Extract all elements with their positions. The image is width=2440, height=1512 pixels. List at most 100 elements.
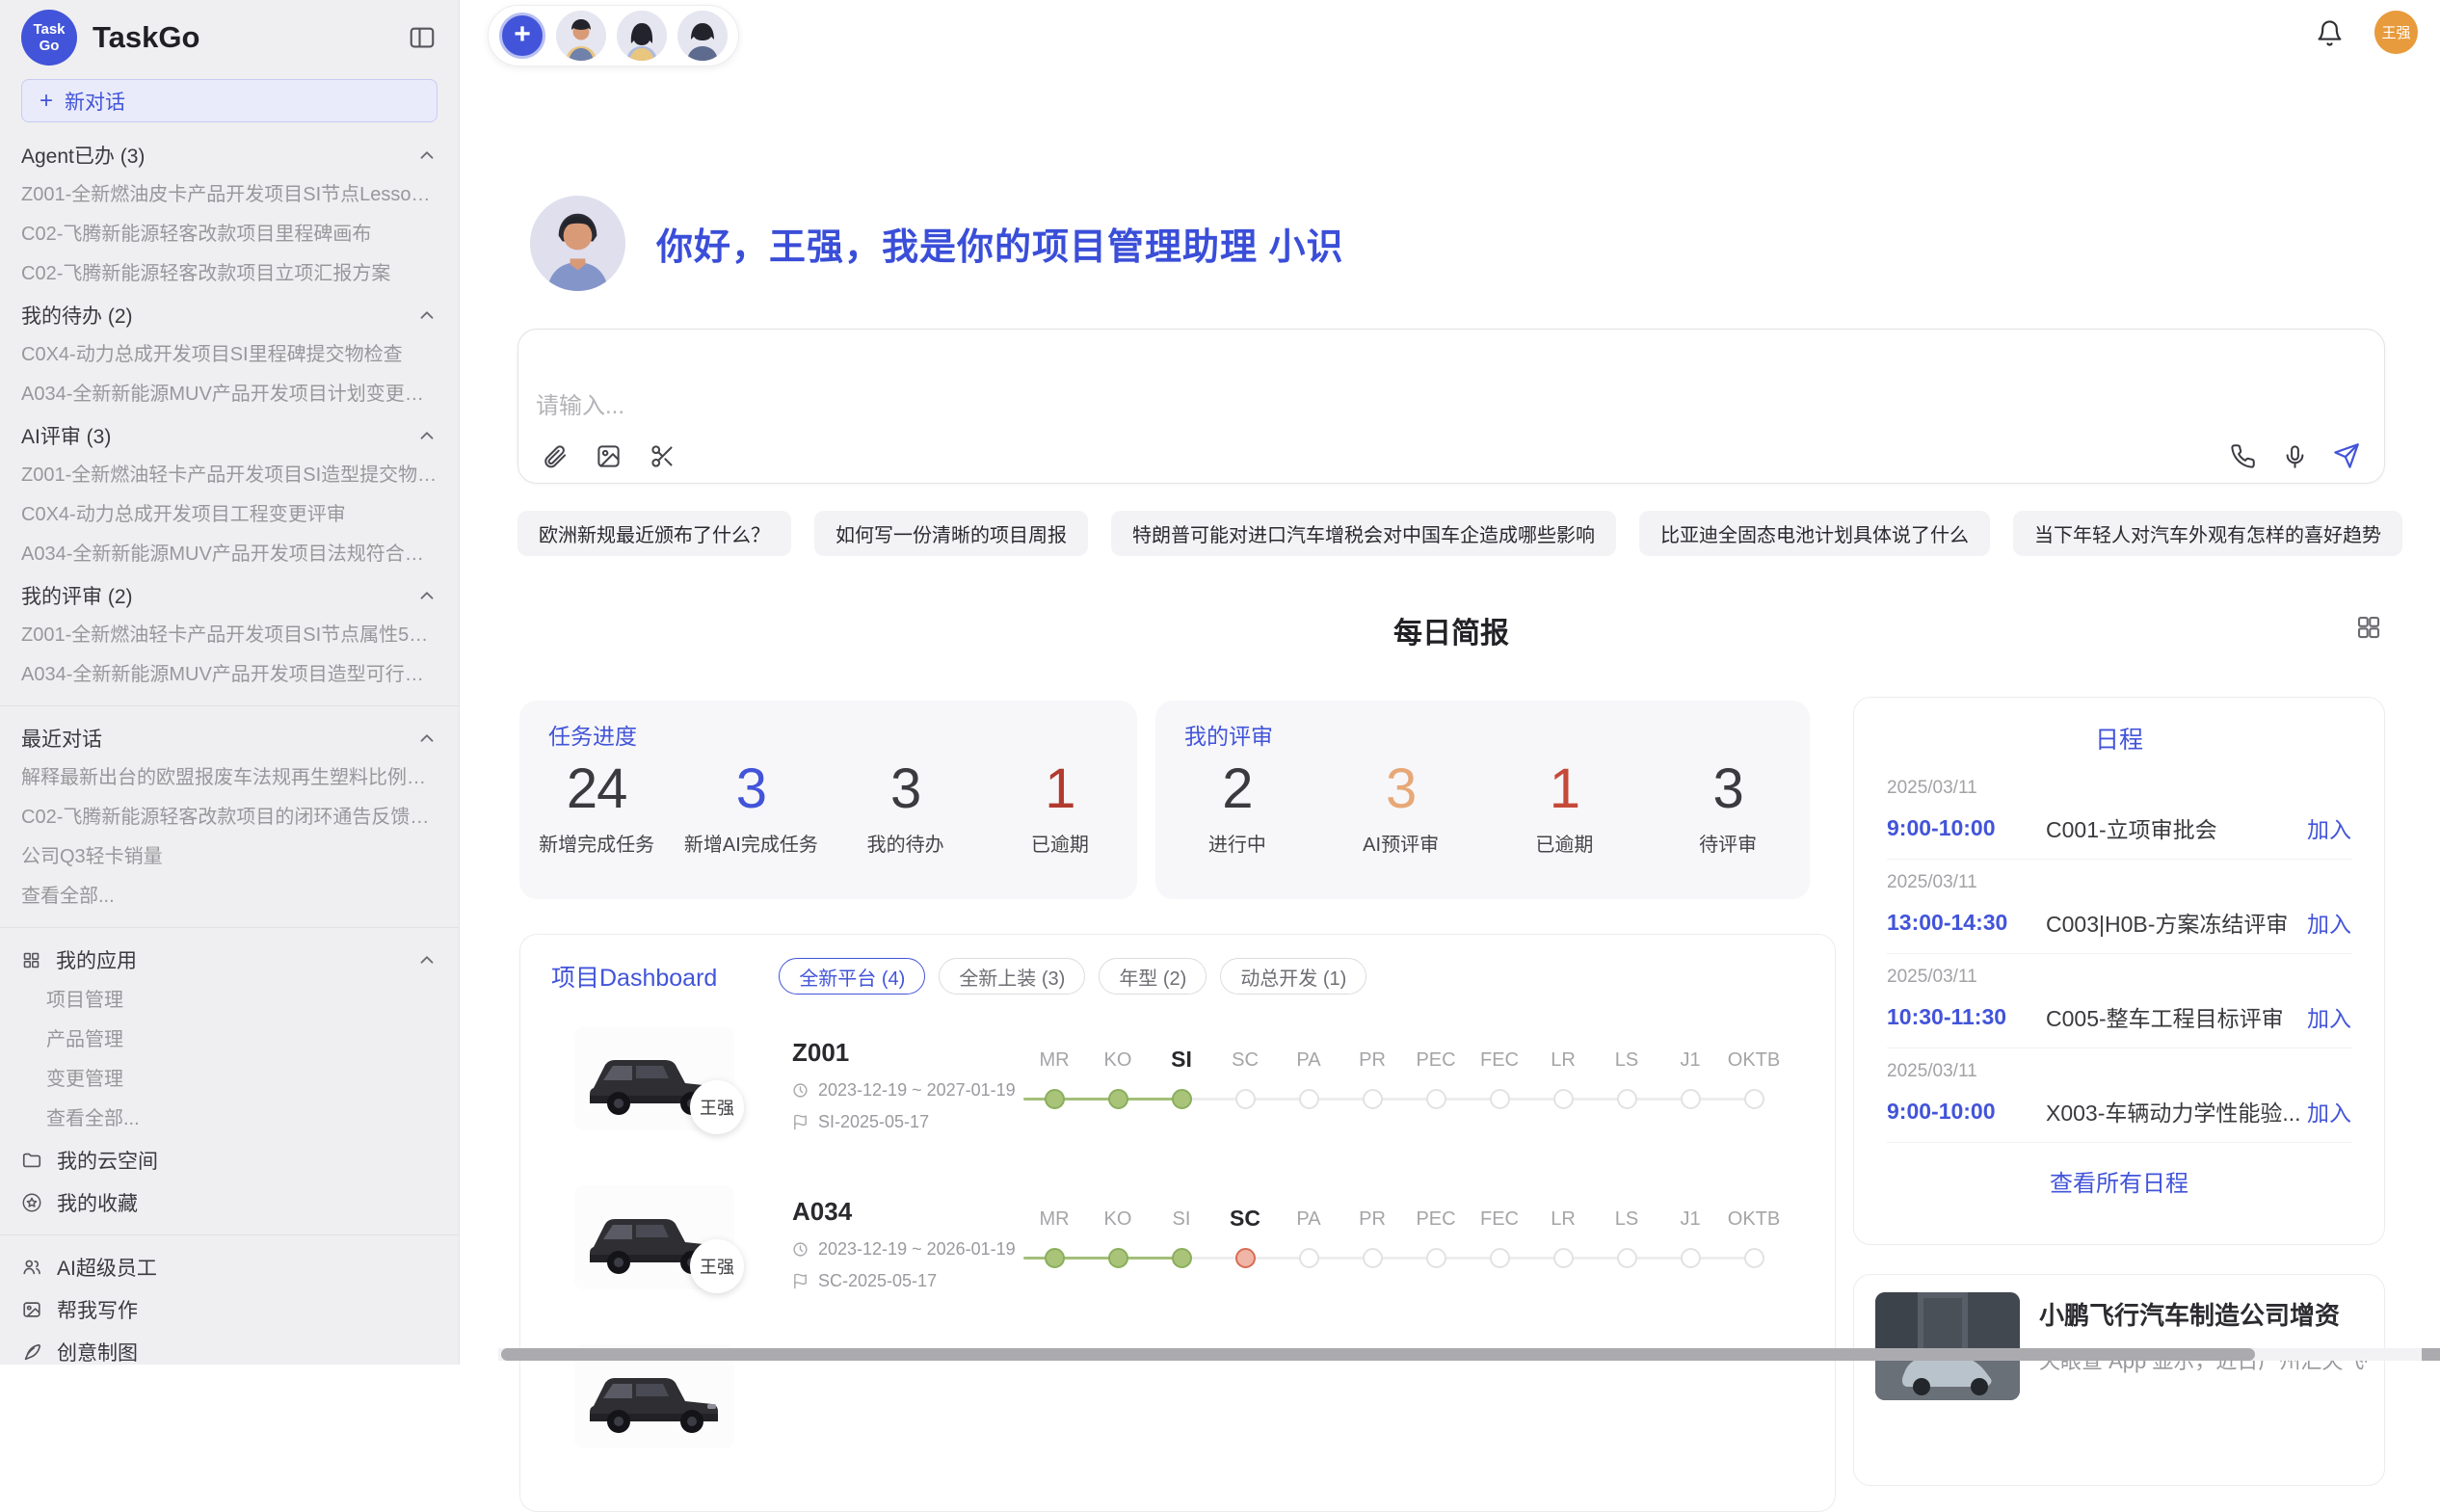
paperclip-icon[interactable] [540,441,569,470]
suggestion-chip[interactable]: 当下年轻人对汽车外观有怎样的喜好趋势 [2013,511,2402,556]
member-avatar-2[interactable] [617,11,667,61]
sidebar-app-item[interactable]: 变更管理 [21,1060,438,1100]
schedule-join-link[interactable]: 加入 [2307,811,2351,844]
milestone-node[interactable] [1108,1089,1128,1109]
milestone-node[interactable] [1681,1089,1701,1109]
schedule-join-link[interactable]: 加入 [2307,1000,2351,1033]
milestone-node[interactable] [1553,1248,1574,1268]
sidebar-collapse-icon[interactable] [407,22,438,53]
composer [517,329,2385,484]
milestone-node[interactable] [1426,1248,1446,1268]
milestone-node[interactable] [1045,1248,1065,1268]
schedule-view-all-link[interactable]: 查看所有日程 [1854,1164,2384,1198]
sidebar-recent-chat-item[interactable]: 公司Q3轻卡销量 [21,837,438,877]
milestone-node[interactable] [1490,1248,1510,1268]
milestone-node[interactable] [1172,1248,1192,1268]
sidebar-section-header[interactable]: Agent已办 (3) [21,134,438,175]
user-avatar[interactable]: 王强 [2374,11,2418,54]
stat-value: 24 [519,756,674,821]
milestone-node[interactable] [1553,1089,1574,1109]
sidebar-recent-chat-item[interactable]: 解释最新出台的欧盟报废车法规再生塑料比例被调至15%... [21,758,438,798]
sidebar-task-item[interactable]: A034-全新新能源MUV产品开发项目计划变更表编写 [21,375,438,414]
project-dashboard: 项目Dashboard 全新平台 (4)全新上装 (3)年型 (2)动总开发 (… [519,934,1836,1512]
project-owner-badge[interactable]: 王强 [690,1080,744,1134]
sidebar-recent-chat-item[interactable]: 查看全部... [21,877,438,916]
notification-bell-icon[interactable] [2316,19,2344,52]
sidebar-task-item[interactable]: Z001-全新燃油轻卡产品开发项目SI造型提交物评审 [21,456,438,495]
milestone-node[interactable] [1617,1248,1637,1268]
stat-column: 3AI预评审 [1319,756,1483,857]
new-chat-button[interactable]: + 新对话 [21,79,438,122]
milestone-node[interactable] [1490,1089,1510,1109]
milestone-node[interactable] [1235,1248,1256,1268]
stat-value: 3 [1319,756,1483,821]
milestone-node[interactable] [1426,1089,1446,1109]
sidebar-task-item[interactable]: C0X4-动力总成开发项目工程变更评审 [21,495,438,535]
milestone-node[interactable] [1045,1089,1065,1109]
sidebar-item-folder[interactable]: 我的云空间 [21,1139,438,1181]
add-member-button[interactable]: + [499,13,545,59]
schedule-item-name: C003|H0B-方案冻结评审 [2046,906,2307,939]
project-owner-badge[interactable]: 王强 [690,1239,744,1293]
sidebar-section-header[interactable]: 最近对话 [21,717,438,758]
milestone-node[interactable] [1363,1089,1383,1109]
milestone-node[interactable] [1744,1248,1764,1268]
sidebar-task-item[interactable]: A034-全新新能源MUV产品开发项目法规符合性评审 [21,535,438,574]
image-attach-icon[interactable] [594,441,623,470]
milestone-node[interactable] [1108,1248,1128,1268]
milestone-node[interactable] [1617,1089,1637,1109]
schedule-join-link[interactable]: 加入 [2307,906,2351,939]
dashboard-tab[interactable]: 年型 (2) [1099,958,1207,995]
send-icon[interactable] [2332,441,2361,470]
suggestion-chip[interactable]: 比亚迪全固态电池计划具体说了什么 [1639,511,1990,556]
milestone-node[interactable] [1299,1089,1319,1109]
sidebar-task-item[interactable]: Z001-全新燃油皮卡产品开发项目SI节点Lesson Learn报告 [21,175,438,215]
suggestion-chip[interactable]: 如何写一份清晰的项目周报 [814,511,1088,556]
sidebar-item-star[interactable]: 我的收藏 [21,1181,438,1224]
sidebar-app-item[interactable]: 查看全部... [21,1100,438,1139]
sidebar-recent-chat-item[interactable]: C02-飞腾新能源轻客改款项目的闭环通告反馈情况 [21,798,438,837]
news-card[interactable]: 小鹏飞行汽车制造公司增资 天眼查 App 显示，近日广州汇天飞行汽... [1853,1274,2385,1486]
sidebar-tool-pen[interactable]: 创意制图 [21,1331,438,1373]
sidebar-section-header[interactable]: 我的待办 (2) [21,294,438,335]
schedule-join-link[interactable]: 加入 [2307,1095,2351,1127]
app-logo: Task Go [21,10,77,66]
sidebar-tool-photo[interactable]: 帮我写作 [21,1288,438,1331]
milestone-node[interactable] [1363,1248,1383,1268]
sidebar-app-item[interactable]: 产品管理 [21,1021,438,1060]
dashboard-tab[interactable]: 动总开发 (1) [1220,958,1366,995]
milestone-label: MR [1039,1049,1069,1072]
suggestion-chip[interactable]: 欧洲新规最近颁布了什么？ [517,511,791,556]
member-avatar-1[interactable] [556,11,606,61]
scissors-icon[interactable] [648,441,676,470]
dashboard-tab[interactable]: 全新上装 (3) [939,958,1085,995]
milestone-node[interactable] [1235,1089,1256,1109]
milestone-node[interactable] [1172,1089,1192,1109]
layout-grid-icon[interactable] [2354,613,2383,647]
sidebar-divider [0,927,459,928]
scrollbar-corner[interactable] [2422,1348,2440,1361]
sidebar-my-apps-header[interactable]: 我的应用 [21,939,438,981]
microphone-icon[interactable] [2280,441,2309,470]
suggestion-chip[interactable]: 特朗普可能对进口汽车增税会对中国车企造成哪些影响 [1111,511,1616,556]
sidebar-task-item[interactable]: C02-飞腾新能源轻客改款项目立项汇报方案 [21,254,438,294]
sidebar-app-item[interactable]: 项目管理 [21,981,438,1021]
sidebar-task-item[interactable]: C0X4-动力总成开发项目SI里程碑提交物检查 [21,335,438,375]
stat-column: 1已逾期 [1483,756,1647,857]
sidebar-task-item[interactable]: C02-飞腾新能源轻客改款项目里程碑画布 [21,215,438,254]
milestone-node[interactable] [1744,1089,1764,1109]
sidebar-section-header[interactable]: AI评审 (3) [21,414,438,456]
composer-input[interactable] [536,383,1981,431]
milestone-node[interactable] [1681,1248,1701,1268]
sidebar-task-item[interactable]: A034-全新新能源MUV产品开发项目造型可行性评审 [21,655,438,695]
milestone-node[interactable] [1299,1248,1319,1268]
milestone-label: SI [1171,1047,1192,1073]
sidebar-tool-people[interactable]: AI超级员工 [21,1246,438,1288]
member-avatar-3[interactable] [677,11,728,61]
dashboard-tab[interactable]: 全新平台 (4) [779,958,925,995]
sidebar-section-header[interactable]: 我的评审 (2) [21,574,438,616]
horizontal-scrollbar-thumb[interactable] [501,1348,2255,1361]
phone-icon[interactable] [2228,441,2257,470]
people-icon [21,1257,42,1278]
sidebar-task-item[interactable]: Z001-全新燃油轻卡产品开发项目SI节点属性5D文件评审 [21,616,438,655]
